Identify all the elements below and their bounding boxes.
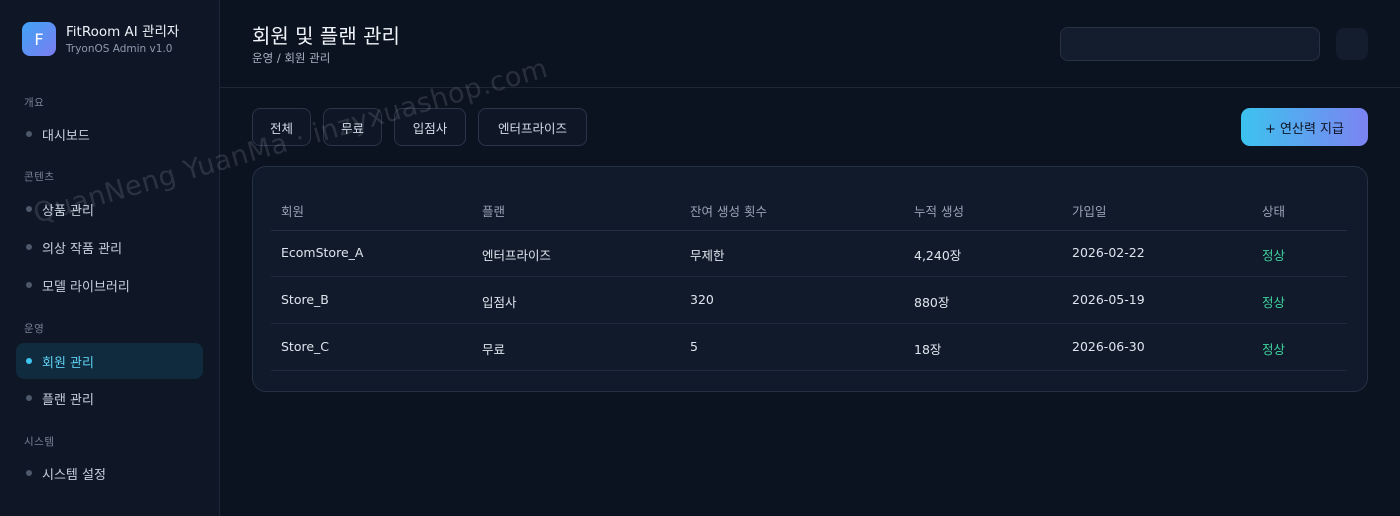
- cell-joined: 2026-05-19: [1072, 292, 1145, 307]
- cell-remaining: 320: [690, 292, 714, 307]
- bullet-icon: [26, 470, 32, 476]
- bullet-icon: [26, 131, 32, 137]
- header-icon-button[interactable]: [1336, 28, 1368, 60]
- filter-free[interactable]: 무료: [323, 108, 382, 146]
- brand-logo: F: [22, 22, 56, 56]
- column-header-total[interactable]: 누적 생성: [914, 201, 964, 220]
- column-header-status[interactable]: 상태: [1262, 201, 1285, 220]
- page-title: 회원 및 플랜 관리: [252, 24, 400, 48]
- sidebar-item-label: 모델 라이브러리: [42, 279, 130, 295]
- sidebar-item-garments[interactable]: 의상 작품 관리: [16, 229, 203, 265]
- cell-member: Store_B: [281, 292, 329, 307]
- table-row[interactable]: Store_C 무료 5 18장 2026-06-30 정상: [271, 324, 1347, 371]
- brand-title: FitRoom AI 관리자: [66, 23, 180, 40]
- status-badge: 정상: [1262, 295, 1286, 310]
- sidebar-item-dashboard[interactable]: 대시보드: [16, 116, 203, 152]
- sidebar-item-products[interactable]: 상품 관리: [16, 191, 203, 227]
- column-header-member[interactable]: 회원: [281, 201, 304, 220]
- bullet-icon: [26, 395, 32, 401]
- filter-all[interactable]: 전체: [252, 108, 311, 146]
- column-header-plan[interactable]: 플랜: [482, 201, 505, 220]
- sidebar-item-label: 회원 관리: [42, 355, 94, 371]
- app-window: F FitRoom AI 관리자 TryonOS Admin v1.0 개요 대…: [0, 0, 1400, 516]
- cell-total: 4,240장: [914, 248, 962, 263]
- main-content: 회원 및 플랜 관리 운영 / 회원 관리 전체 무료 입점사 엔터프라이즈 +…: [220, 0, 1400, 516]
- cell-plan: 엔터프라이즈: [482, 248, 552, 263]
- cell-total: 18장: [914, 342, 942, 357]
- table-row[interactable]: Store_B 입점사 320 880장 2026-05-19 정상: [271, 277, 1347, 324]
- bullet-icon: [26, 206, 32, 212]
- filter-merchant[interactable]: 입점사: [394, 108, 466, 146]
- search-input[interactable]: [1060, 27, 1320, 61]
- column-header-joined[interactable]: 가입일: [1072, 201, 1107, 220]
- grant-compute-button[interactable]: + 연산력 지급: [1241, 108, 1368, 146]
- cell-member: Store_C: [281, 339, 330, 354]
- bullet-icon: [26, 244, 32, 250]
- column-header-remaining[interactable]: 잔여 생성 횟수: [690, 201, 767, 220]
- bullet-icon: [26, 282, 32, 288]
- status-badge: 정상: [1262, 342, 1286, 357]
- sidebar-item-models[interactable]: 모델 라이브러리: [16, 267, 203, 303]
- sidebar-item-label: 대시보드: [42, 128, 90, 144]
- sidebar: F FitRoom AI 관리자 TryonOS Admin v1.0 개요 대…: [0, 0, 220, 516]
- sidebar-item-plans[interactable]: 플랜 관리: [16, 380, 203, 416]
- cell-joined: 2026-02-22: [1072, 245, 1145, 260]
- cell-joined: 2026-06-30: [1072, 339, 1145, 354]
- cell-member: EcomStore_A: [281, 245, 364, 260]
- nav-section-overview: 개요: [24, 97, 45, 109]
- sidebar-item-label: 플랜 관리: [42, 392, 94, 408]
- nav-section-content: 콘텐츠: [24, 171, 55, 183]
- page-header: 회원 및 플랜 관리 운영 / 회원 관리: [220, 0, 1400, 88]
- brand-subtitle: TryonOS Admin v1.0: [66, 42, 173, 55]
- table-row[interactable]: EcomStore_A 엔터프라이즈 무제한 4,240장 2026-02-22…: [271, 230, 1347, 277]
- sidebar-item-members[interactable]: 회원 관리: [16, 343, 203, 379]
- status-badge: 정상: [1262, 248, 1286, 263]
- cell-remaining: 5: [690, 339, 698, 354]
- bullet-icon: [26, 358, 32, 364]
- nav-section-system: 시스템: [24, 436, 55, 448]
- sidebar-item-label: 상품 관리: [42, 203, 94, 219]
- members-table: 회원 플랜 잔여 생성 횟수 누적 생성 가입일 상태 EcomStore_A …: [252, 166, 1368, 392]
- filter-enterprise[interactable]: 엔터프라이즈: [478, 108, 587, 146]
- cell-remaining: 무제한: [690, 248, 725, 263]
- cell-total: 880장: [914, 295, 950, 310]
- cell-plan: 무료: [482, 342, 506, 357]
- nav-section-operations: 운영: [24, 323, 45, 335]
- cell-plan: 입점사: [482, 295, 517, 310]
- sidebar-item-label: 의상 작품 관리: [42, 241, 123, 257]
- sidebar-item-settings[interactable]: 시스템 설정: [16, 455, 203, 491]
- sidebar-item-label: 시스템 설정: [42, 467, 106, 483]
- brand[interactable]: F FitRoom AI 관리자 TryonOS Admin v1.0: [22, 22, 179, 56]
- breadcrumb: 운영 / 회원 관리: [252, 51, 331, 65]
